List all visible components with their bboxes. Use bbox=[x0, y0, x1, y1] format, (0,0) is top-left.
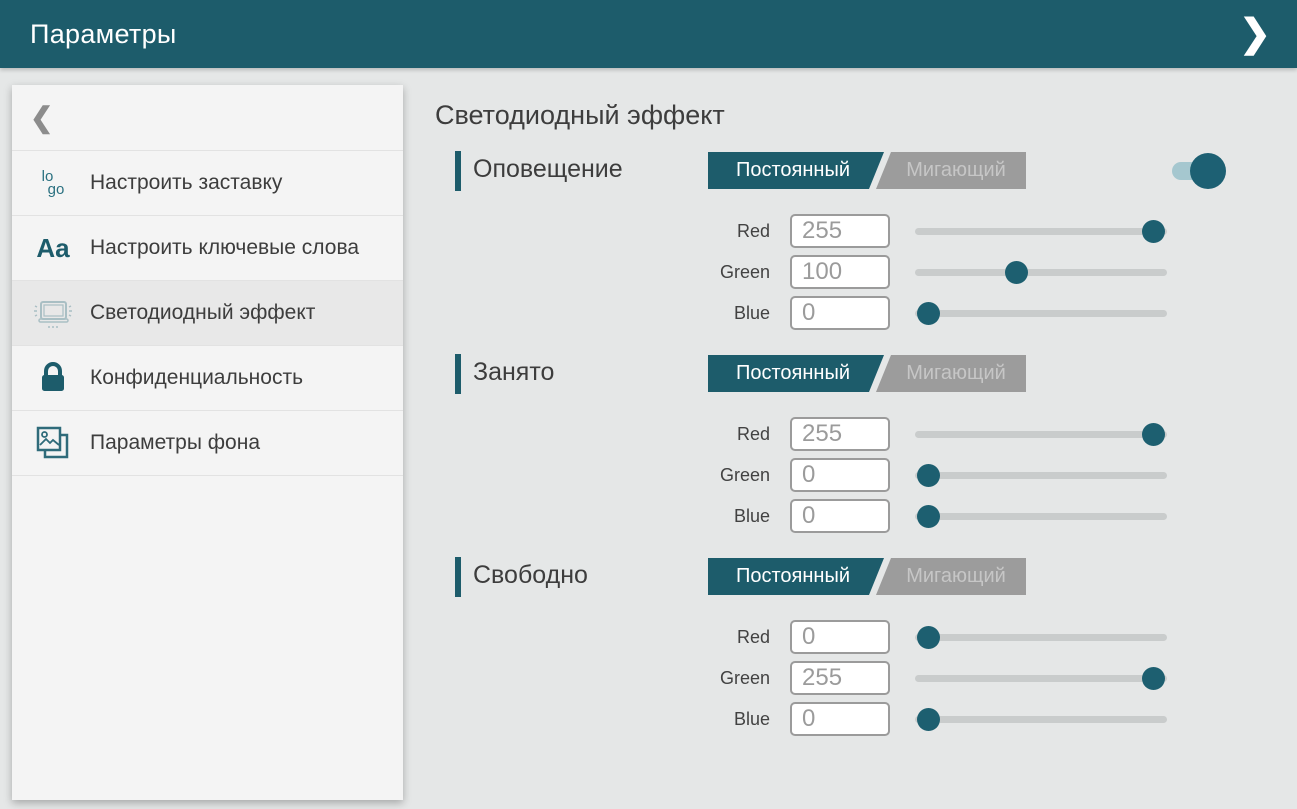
slider-track bbox=[915, 675, 1167, 682]
mode-toggle: Постоянный Мигающий bbox=[708, 355, 1026, 392]
red-slider[interactable] bbox=[915, 214, 1167, 248]
panel-title: Светодиодный эффект bbox=[435, 100, 1297, 131]
sidebar-item-splash-screen[interactable]: logo Настроить заставку bbox=[12, 151, 403, 216]
green-value-input[interactable] bbox=[790, 661, 890, 695]
blue-label: Blue bbox=[435, 709, 790, 730]
red-label: Red bbox=[435, 627, 790, 648]
sidebar-item-label: Параметры фона bbox=[90, 430, 260, 456]
back-chevron-icon: ❮ bbox=[30, 101, 53, 134]
page-title: Параметры bbox=[0, 19, 177, 50]
green-label: Green bbox=[435, 262, 790, 283]
red-label: Red bbox=[435, 424, 790, 445]
slider-thumb[interactable] bbox=[917, 464, 940, 487]
slider-track bbox=[915, 431, 1167, 438]
slider-thumb[interactable] bbox=[1142, 667, 1165, 690]
mode-constant-button[interactable]: Постоянный bbox=[708, 355, 884, 392]
blue-row: Blue bbox=[435, 296, 1297, 330]
blue-row: Blue bbox=[435, 499, 1297, 533]
section-label: Занято bbox=[473, 358, 554, 387]
mode-constant-button[interactable]: Постоянный bbox=[708, 152, 884, 189]
red-slider[interactable] bbox=[915, 620, 1167, 654]
slider-thumb[interactable] bbox=[917, 302, 940, 325]
slider-thumb[interactable] bbox=[917, 708, 940, 731]
slider-track bbox=[915, 472, 1167, 479]
section-accent-bar bbox=[455, 151, 461, 191]
slider-track bbox=[915, 513, 1167, 520]
lock-icon bbox=[30, 361, 76, 395]
forward-chevron-icon[interactable]: ❯ bbox=[1239, 0, 1297, 68]
section-free: Свободно Постоянный Мигающий Red Green B… bbox=[435, 557, 1297, 736]
led-screen-icon bbox=[30, 295, 76, 331]
app-header: Параметры ❯ bbox=[0, 0, 1297, 68]
settings-sidebar: ❮ logo Настроить заставку Aa Настроить к… bbox=[12, 85, 403, 800]
slider-thumb[interactable] bbox=[1142, 220, 1165, 243]
section-label: Свободно bbox=[473, 561, 588, 590]
keywords-icon: Aa bbox=[30, 233, 76, 264]
blue-slider[interactable] bbox=[915, 702, 1167, 736]
mode-constant-button[interactable]: Постоянный bbox=[708, 558, 884, 595]
slider-track bbox=[915, 228, 1167, 235]
slider-thumb[interactable] bbox=[917, 626, 940, 649]
red-value-input[interactable] bbox=[790, 620, 890, 654]
alert-enabled-switch[interactable] bbox=[1172, 153, 1226, 189]
sidebar-item-led-effect[interactable]: Светодиодный эффект bbox=[12, 281, 403, 346]
section-alert: Оповещение Постоянный Мигающий Red Green bbox=[435, 151, 1297, 330]
blue-slider[interactable] bbox=[915, 499, 1167, 533]
mode-blinking-button[interactable]: Мигающий bbox=[876, 355, 1026, 392]
red-value-input[interactable] bbox=[790, 214, 890, 248]
blue-row: Blue bbox=[435, 702, 1297, 736]
images-icon bbox=[30, 425, 76, 461]
blue-label: Blue bbox=[435, 506, 790, 527]
slider-track bbox=[915, 310, 1167, 317]
red-row: Red bbox=[435, 620, 1297, 654]
led-effect-panel: Светодиодный эффект Оповещение Постоянны… bbox=[435, 68, 1297, 809]
red-row: Red bbox=[435, 214, 1297, 248]
section-busy: Занято Постоянный Мигающий Red Green Blu… bbox=[435, 354, 1297, 533]
section-accent-bar bbox=[455, 354, 461, 394]
green-label: Green bbox=[435, 465, 790, 486]
blue-label: Blue bbox=[435, 303, 790, 324]
blue-slider[interactable] bbox=[915, 296, 1167, 330]
green-slider[interactable] bbox=[915, 458, 1167, 492]
red-row: Red bbox=[435, 417, 1297, 451]
sidebar-item-label: Настроить ключевые слова bbox=[90, 235, 359, 261]
green-value-input[interactable] bbox=[790, 458, 890, 492]
red-value-input[interactable] bbox=[790, 417, 890, 451]
mode-blinking-button[interactable]: Мигающий bbox=[876, 558, 1026, 595]
sidebar-back-button[interactable]: ❮ bbox=[12, 85, 403, 151]
green-label: Green bbox=[435, 668, 790, 689]
green-row: Green bbox=[435, 255, 1297, 289]
sidebar-item-background[interactable]: Параметры фона bbox=[12, 411, 403, 476]
sidebar-item-label: Конфиденциальность bbox=[90, 365, 303, 391]
green-slider[interactable] bbox=[915, 661, 1167, 695]
green-row: Green bbox=[435, 661, 1297, 695]
blue-value-input[interactable] bbox=[790, 499, 890, 533]
green-value-input[interactable] bbox=[790, 255, 890, 289]
slider-thumb[interactable] bbox=[1142, 423, 1165, 446]
blue-value-input[interactable] bbox=[790, 296, 890, 330]
mode-toggle: Постоянный Мигающий bbox=[708, 152, 1026, 189]
logo-icon: logo bbox=[30, 170, 76, 196]
slider-thumb[interactable] bbox=[1005, 261, 1028, 284]
slider-track bbox=[915, 716, 1167, 723]
slider-track bbox=[915, 269, 1167, 276]
section-label: Оповещение bbox=[473, 155, 623, 184]
mode-blinking-button[interactable]: Мигающий bbox=[876, 152, 1026, 189]
green-slider[interactable] bbox=[915, 255, 1167, 289]
sidebar-item-privacy[interactable]: Конфиденциальность bbox=[12, 346, 403, 411]
green-row: Green bbox=[435, 458, 1297, 492]
red-slider[interactable] bbox=[915, 417, 1167, 451]
section-accent-bar bbox=[455, 557, 461, 597]
sidebar-item-label: Светодиодный эффект bbox=[90, 300, 315, 326]
switch-thumb bbox=[1190, 153, 1226, 189]
slider-thumb[interactable] bbox=[917, 505, 940, 528]
sidebar-item-label: Настроить заставку bbox=[90, 170, 282, 196]
sidebar-item-keywords[interactable]: Aa Настроить ключевые слова bbox=[12, 216, 403, 281]
mode-toggle: Постоянный Мигающий bbox=[708, 558, 1026, 595]
red-label: Red bbox=[435, 221, 790, 242]
blue-value-input[interactable] bbox=[790, 702, 890, 736]
slider-track bbox=[915, 634, 1167, 641]
